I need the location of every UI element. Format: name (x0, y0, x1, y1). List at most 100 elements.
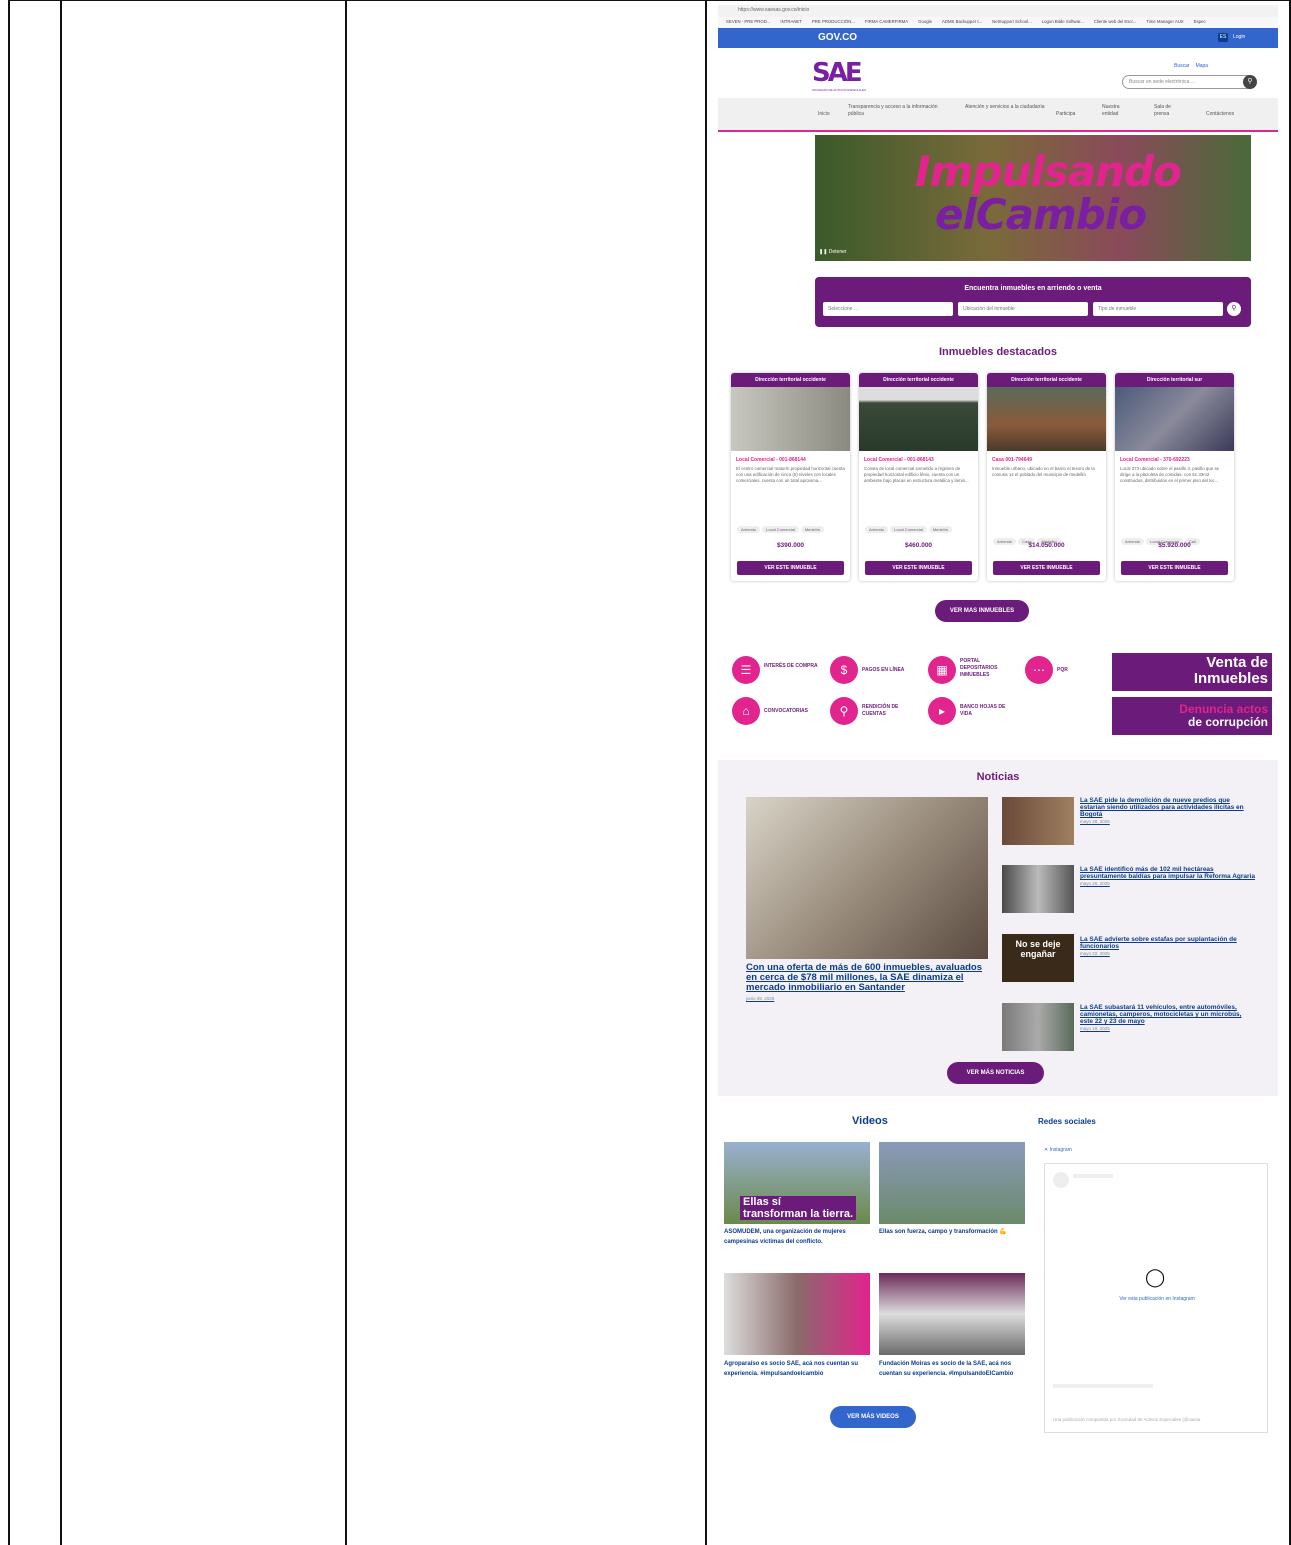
news-item-title[interactable]: La SAE pide la demolición de nueve predi… (1080, 797, 1244, 818)
sale-promo-banner[interactable]: Venta de Inmuebles (1112, 653, 1272, 691)
promo-text: Denuncia actos de corrupción (1179, 703, 1268, 729)
search-icon[interactable]: ⚲ (1243, 75, 1257, 89)
property-finder: Encuentra inmuebles en arriendo o venta … (815, 277, 1251, 327)
social-title: Redes sociales (1038, 1117, 1096, 1126)
type-select[interactable]: Seleccione ... (823, 302, 953, 316)
nav-item[interactable]: Nuestra entidad (1102, 104, 1136, 118)
bookmark[interactable]: PRE PRODUCCIÓN... (812, 19, 855, 24)
video-thumbnail[interactable]: Ellas sí transforman la tierra. (724, 1142, 870, 1224)
nav-item[interactable]: Atención y servicios a la ciudadanía (965, 104, 1045, 111)
view-property-button[interactable]: VER ESTE INMUEBLE (993, 561, 1100, 575)
card-tags: Arriendo Casa Medellín (987, 516, 1106, 545)
news-thumbnail[interactable] (1002, 797, 1074, 845)
bookmark[interactable]: NetSupport School... (992, 19, 1032, 24)
news-main-image[interactable] (746, 797, 988, 959)
search-input[interactable]: Buscar en sede electrónica ... ⚲ (1122, 75, 1257, 89)
news-item-title[interactable]: La SAE subastará 11 vehículos, entre aut… (1080, 1004, 1241, 1025)
bookmark[interactable]: Google (918, 19, 932, 24)
url-bar[interactable]: https://www.saesas.gov.co/inicio (718, 5, 1278, 17)
property-card[interactable]: Dirección territorial occidente Local Co… (859, 373, 978, 581)
video-title[interactable]: Ellas son fuerza, campo y transformación… (879, 1227, 1025, 1237)
card-description: Consta de local comercial sometido a rég… (864, 466, 969, 483)
video-title[interactable]: Agroparaíso es socio SAE, acá nos cuenta… (724, 1359, 870, 1379)
video-title[interactable]: ASOMUDEM, una organización de mujeres ca… (724, 1227, 870, 1247)
news-item-title[interactable]: La SAE advierte sobre estafas por suplan… (1080, 936, 1237, 950)
bookmark[interactable]: INTRANET (780, 19, 802, 24)
promo-line1: Venta de (1206, 654, 1268, 671)
pause-button[interactable]: ❚❚ Detener (819, 249, 847, 255)
news-headline[interactable]: La SAE advierte sobre estafas por suplan… (1080, 936, 1255, 957)
property-card[interactable]: Dirección territorial occidente Casa 001… (987, 373, 1106, 581)
instagram-tab[interactable]: ✕ Instagram (1044, 1147, 1072, 1153)
map-link[interactable]: Mapa (1196, 63, 1209, 69)
video-thumbnail[interactable] (724, 1273, 870, 1355)
video-thumbnail[interactable] (879, 1273, 1025, 1355)
bookmark[interactable]: ADMS Backupper t... (942, 19, 982, 24)
nav-item[interactable]: Contáctenos (1206, 111, 1234, 118)
bookmark[interactable]: Time Manager AUX (1146, 19, 1183, 24)
promo-line2: de corrupción (1187, 715, 1268, 729)
table-divider (345, 0, 347, 1545)
bookmark[interactable]: Espec (1194, 19, 1206, 24)
view-property-button[interactable]: VER ESTE INMUEBLE (1121, 561, 1228, 575)
view-on-instagram-link[interactable]: Ver esta publicación en Instagram (1045, 1296, 1269, 1302)
promo-line2: Inmuebles (1193, 670, 1268, 687)
promo-line1: Denuncia actos (1179, 702, 1268, 716)
nav-item[interactable]: Sala de prensa (1154, 104, 1184, 118)
news-thumbnail[interactable] (1002, 1003, 1074, 1051)
logo-mark: SAE (812, 58, 863, 88)
sae-logo[interactable]: SAE SOCIEDAD DE ACTIVOS ESPECIALES (812, 58, 872, 92)
placeholder-bar (1053, 1384, 1153, 1388)
more-videos-button[interactable]: VER MÁS VIDEOS (830, 1406, 916, 1428)
login-link[interactable]: Login (1233, 34, 1245, 40)
nav-item[interactable]: Participa (1056, 111, 1075, 118)
bookmark[interactable]: Logon Bitde Softwar... (1042, 19, 1084, 24)
view-property-button[interactable]: VER ESTE INMUEBLE (737, 561, 844, 575)
video-overlay-text: Ellas sí transforman la tierra. (740, 1196, 857, 1220)
nav-item[interactable]: Transparencia y acceso a la información … (848, 104, 938, 118)
news-headline[interactable]: La SAE pide la demolición de nueve predi… (1080, 797, 1255, 825)
more-properties-button[interactable]: VER MAS INMUEBLES (935, 600, 1029, 622)
video-title[interactable]: Fundación Moiras es socio de la SAE, acá… (879, 1359, 1025, 1379)
news-thumbnail[interactable] (1002, 865, 1074, 913)
service-label: PORTAL DEPOSITARIOS INMUEBLES (960, 658, 998, 678)
card-title[interactable]: Casa 001-794649 (987, 451, 1106, 466)
promo-text: Venta de Inmuebles (1194, 655, 1268, 687)
bookmark[interactable]: FIRMA CAMERFIRMA (865, 19, 908, 24)
service-label: RENDICIÓN DE CUENTAS (862, 704, 899, 717)
hero-banner[interactable]: Impulsando elCambio ❚❚ Detener (815, 135, 1251, 261)
video-thumbnail[interactable] (879, 1142, 1025, 1224)
news-main-headline[interactable]: Con una oferta de más de 600 inmuebles, … (746, 963, 988, 1004)
search-icon[interactable]: ⚲ (1227, 302, 1241, 316)
gov-logo[interactable]: GOV.CO (818, 32, 857, 43)
card-title[interactable]: Local Comercial - 370-692223 (1115, 451, 1234, 466)
property-type-select[interactable]: Tipo de inmueble (1093, 302, 1223, 316)
language-button[interactable]: ES (1218, 33, 1228, 42)
instagram-embed[interactable]: ◯ Ver esta publicación en Instagram Una … (1044, 1163, 1268, 1433)
tag: Medellín (800, 526, 824, 533)
news-headline[interactable]: La SAE subastará 11 vehículos, entre aut… (1080, 1004, 1255, 1032)
news-item-title[interactable]: La SAE identificó más de 102 mil hectáre… (1080, 866, 1255, 880)
corruption-report-banner[interactable]: Denuncia actos de corrupción (1112, 697, 1272, 735)
news-main-title[interactable]: Con una oferta de más de 600 inmuebles, … (746, 962, 982, 993)
bookmark[interactable]: SEVEN - PRE PROD... (726, 19, 770, 24)
search-link[interactable]: Buscar (1174, 63, 1190, 69)
property-card[interactable]: Dirección territorial sur Local Comercia… (1115, 373, 1234, 581)
more-news-button[interactable]: VER MÁS NOTICIAS (947, 1062, 1044, 1084)
finder-title: Encuentra inmuebles en arriendo o venta (964, 285, 1102, 292)
card-tags: Arriendo Local Comercial Cali (1115, 516, 1234, 545)
view-property-button[interactable]: VER ESTE INMUEBLE (865, 561, 972, 575)
property-card[interactable]: Dirección territorial occidente Local Co… (731, 373, 850, 581)
website-screenshot: https://www.saesas.gov.co/inicio SEVEN -… (718, 5, 1278, 1435)
news-headline[interactable]: La SAE identificó más de 102 mil hectáre… (1080, 866, 1255, 887)
instagram-icon[interactable]: ◯ (1145, 1267, 1165, 1288)
location-select[interactable]: Ubicación del inmueble (958, 302, 1088, 316)
card-title[interactable]: Local Comercial - 001-868144 (731, 451, 850, 466)
bookmarks-bar: SEVEN - PRE PROD... INTRANET PRE PRODUCCIÓ… (718, 17, 1278, 28)
service-label: CONVOCATORIAS (764, 708, 808, 714)
card-title[interactable]: Local Comercial - 001-868143 (859, 451, 978, 466)
news-thumbnail[interactable]: No se deje engañar (1002, 934, 1074, 982)
overlay-line1: Ellas sí (743, 1196, 781, 1208)
nav-item[interactable]: Inicio (818, 111, 830, 118)
bookmark[interactable]: Cliente web del Escr... (1094, 19, 1137, 24)
